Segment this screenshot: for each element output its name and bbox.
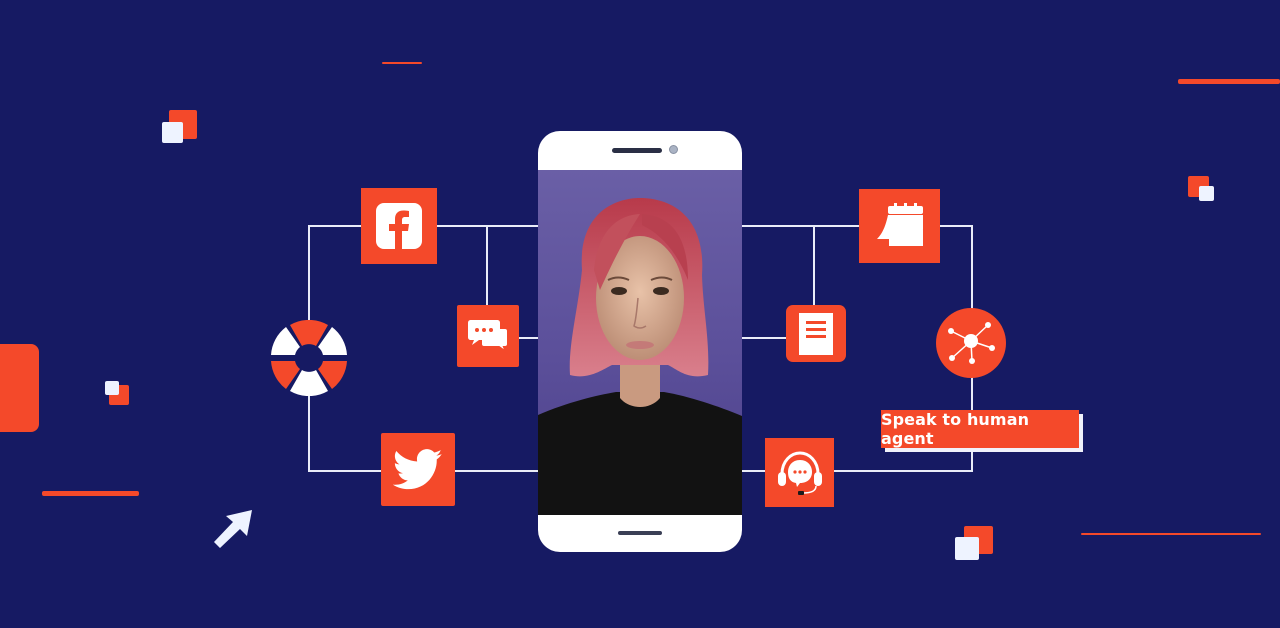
decor-block-left-edge [0,344,39,432]
connector-line [813,225,815,307]
network-hub-icon[interactable] [936,308,1006,378]
connector-line [742,337,788,339]
decor-bar-left [42,491,139,496]
decor-square-white [105,381,119,395]
phone-camera [669,145,678,154]
avatar-image [538,198,742,515]
avatar-screen[interactable] [538,170,742,515]
decor-square-white [162,122,183,143]
decor-square-white [955,537,979,560]
connector-line [308,225,310,323]
calendar-icon [876,203,923,246]
decor-bar-bottom-right [1081,533,1261,535]
phone-speaker [612,148,662,153]
headset-tile[interactable] [765,438,834,507]
document-icon [799,312,833,355]
cursor-arrow-icon [214,510,252,548]
chat-bubbles-icon [468,320,509,354]
phone-home-bar [618,531,662,535]
decor-bar-top-right [1178,79,1280,84]
facebook-icon [376,203,422,249]
headset-icon [777,450,822,495]
facebook-tile[interactable] [361,188,437,264]
twitter-tile[interactable] [381,433,455,506]
decor-bar-top-center [382,62,422,64]
connector-line [518,337,540,339]
lifebuoy-icon[interactable] [271,320,347,396]
twitter-icon [393,448,443,489]
decor-square-white [1199,186,1214,201]
phone-mockup [538,131,742,552]
connector-line [308,392,310,472]
document-tile[interactable] [786,305,846,362]
connector-line [486,225,488,307]
chat-tile[interactable] [457,305,519,367]
speak-to-human-agent-button[interactable]: Speak to human agent [881,410,1079,448]
calendar-tile[interactable] [859,189,940,263]
